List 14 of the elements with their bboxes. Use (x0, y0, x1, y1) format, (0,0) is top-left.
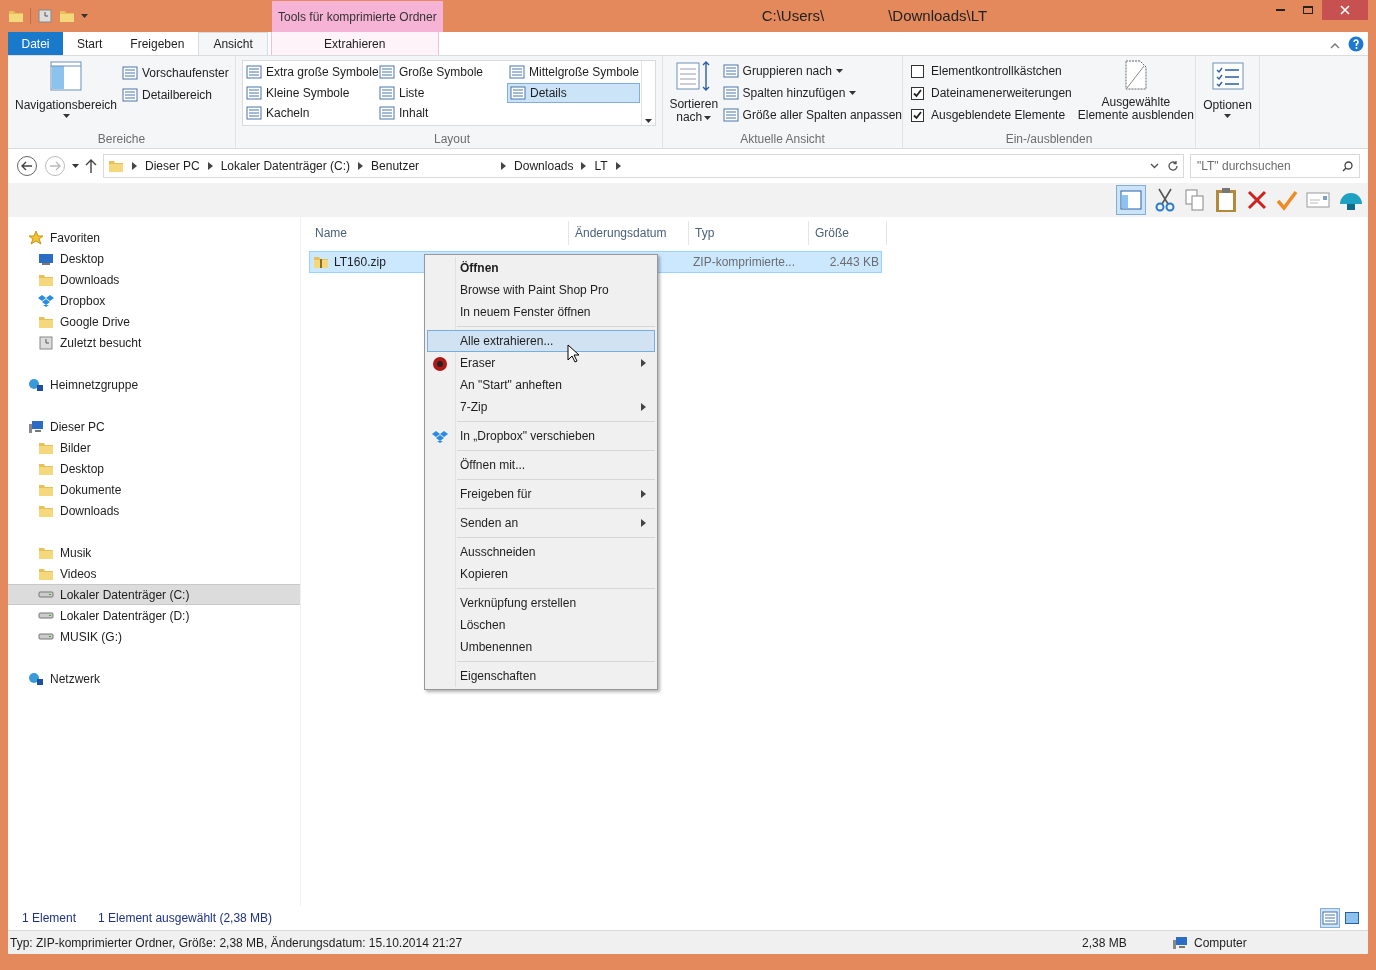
file-type: ZIP-komprimierte... (692, 254, 796, 271)
details-info: Typ: ZIP-komprimierter Ordner, Größe: 2,38 MB, Änderungsdatum: 15.10.2014 21:27 (9, 934, 464, 952)
file-size: 2.443 KB (828, 254, 880, 271)
window-title: C:\Users\ \Downloads\LT (760, 5, 989, 26)
file-name: LT160.zip (334, 254, 386, 271)
selection-info: 1 Element ausgewählt (2,38 MB) (98, 910, 273, 927)
group-label: Ein-/ausblenden (1004, 131, 1094, 148)
location-label: Computer (1194, 934, 1247, 952)
group-label: Bereiche (96, 131, 147, 148)
group-label: Aktuelle Ansicht (739, 131, 826, 148)
group-label: Layout (433, 131, 471, 148)
contextual-tab-header: Tools für komprimierte Ordner (272, 1, 443, 32)
item-count: 1 Element (22, 910, 77, 927)
total-size: 2,38 MB (1082, 934, 1128, 952)
